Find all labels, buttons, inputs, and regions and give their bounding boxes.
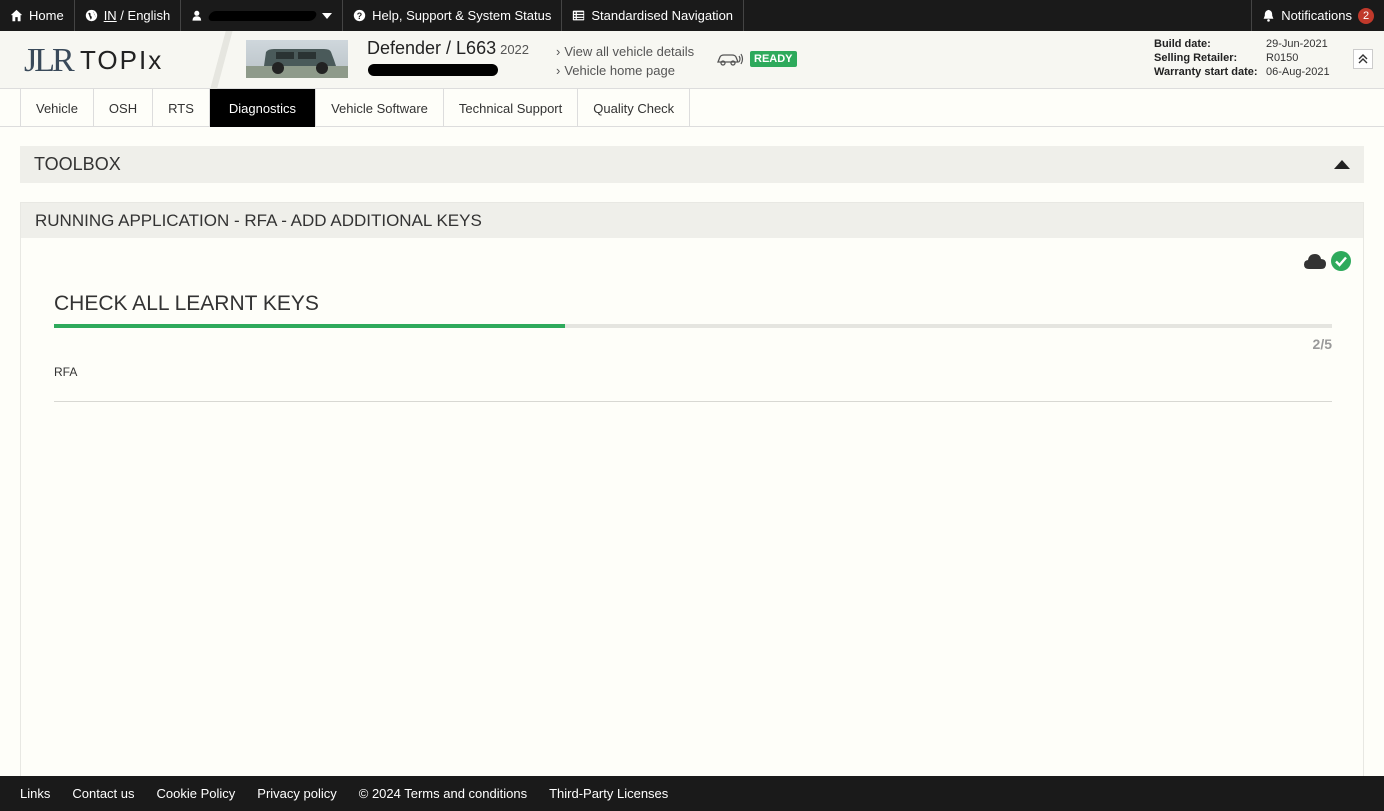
tab-diagnostics[interactable]: Diagnostics (208, 89, 316, 127)
footer-contact-link[interactable]: Contact us (72, 786, 134, 801)
running-application-panel: RUNNING APPLICATION - RFA - ADD ADDITION… (20, 202, 1364, 782)
language-label: English (127, 8, 171, 23)
car-connection-icon (717, 53, 744, 66)
bell-icon (1263, 9, 1274, 22)
tab-vehicle[interactable]: Vehicle (20, 89, 93, 127)
application-label: RFA (54, 365, 78, 379)
standardised-navigation-link[interactable]: Standardised Navigation (562, 0, 745, 31)
cloud-icon (1304, 254, 1326, 269)
vehicle-links: › View all vehicle details › Vehicle home … (556, 42, 694, 80)
step-progress-fill (54, 324, 566, 328)
chevron-right-icon: › (556, 44, 561, 59)
tab-technical-support[interactable]: Technical Support (442, 89, 577, 127)
tab-vehicle-software[interactable]: Vehicle Software (315, 89, 443, 127)
user-icon (192, 10, 202, 21)
home-label: Home (29, 8, 64, 23)
top-bar: Home IN / English ? Help, Support & Syst… (0, 0, 1384, 31)
svg-text:TOPIx: TOPIx (80, 45, 163, 75)
language-separator: / (116, 8, 128, 23)
navigation-label: Standardised Navigation (591, 8, 734, 23)
main-tabs: Vehicle OSH RTS Diagnostics Vehicle Soft… (0, 89, 1384, 127)
tab-rts[interactable]: RTS (152, 89, 209, 127)
selling-retailer-row: Selling Retailer: R0150 (1154, 52, 1299, 64)
step-counter: 2/5 (1312, 336, 1332, 352)
notifications-button[interactable]: Notifications 2 (1251, 0, 1384, 31)
header-divider (205, 31, 235, 89)
language-selector[interactable]: IN / English (75, 0, 182, 31)
vehicle-header: JLR TOPIx Defender / L663 2022 › View all … (0, 31, 1384, 89)
tab-osh[interactable]: OSH (92, 89, 152, 127)
footer-cookie-policy-link[interactable]: Cookie Policy (157, 786, 236, 801)
connection-status-icons (1303, 251, 1351, 271)
check-circle-icon (1331, 251, 1351, 271)
running-application-title: RUNNING APPLICATION - RFA - ADD ADDITION… (35, 210, 482, 230)
notification-count-badge: 2 (1358, 7, 1374, 24)
footer: Links Contact us Cookie Policy Privacy p… (0, 776, 1384, 811)
vehicle-meta: Build date: 29-Jun-2021 Selling Retailer:… (1154, 37, 1330, 79)
svg-text:?: ? (357, 11, 362, 21)
svg-text:JLR: JLR (24, 42, 75, 79)
home-link[interactable]: Home (0, 0, 75, 31)
toolbox-title: TOOLBOX (34, 154, 121, 174)
vehicle-home-page-link[interactable]: › Vehicle home page (556, 61, 694, 80)
redacted-username (206, 10, 318, 21)
running-application-header: RUNNING APPLICATION - RFA - ADD ADDITION… (21, 203, 1363, 238)
collapse-header-button[interactable] (1353, 49, 1373, 69)
region-code: IN (103, 8, 117, 23)
redacted-vin (368, 64, 498, 76)
double-chevron-up-icon (1358, 54, 1368, 64)
toolbox-header[interactable]: TOOLBOX (20, 146, 1364, 183)
ready-badge: READY (750, 51, 797, 67)
connection-status: READY (716, 51, 797, 67)
content-divider (54, 401, 1332, 402)
footer-third-party-licenses-link[interactable]: Third-Party Licenses (549, 786, 668, 801)
build-date-row: Build date: 29-Jun-2021 (1154, 38, 1328, 50)
vehicle-title: Defender / L663 2022 (367, 38, 529, 59)
vehicle-model: Defender / L663 (367, 38, 497, 58)
jlr-topix-logo[interactable]: JLR TOPIx (22, 39, 192, 79)
vehicle-image (246, 40, 348, 78)
chevron-right-icon: › (556, 63, 561, 78)
vehicle-year: 2022 (500, 42, 530, 57)
warranty-start-row: Warranty start date: 06-Aug-2021 (1154, 66, 1330, 78)
step-title: CHECK ALL LEARNT KEYS (54, 292, 319, 315)
view-all-vehicle-details-link[interactable]: › View all vehicle details (556, 42, 694, 61)
notifications-label: Notifications (1281, 8, 1352, 23)
home-icon (10, 9, 23, 22)
help-icon: ? (353, 9, 366, 22)
footer-terms-link[interactable]: © 2024 Terms and conditions (359, 786, 527, 801)
tab-quality-check[interactable]: Quality Check (577, 89, 691, 127)
chevron-down-icon (322, 12, 333, 19)
caret-up-icon[interactable] (1334, 160, 1350, 169)
help-support-link[interactable]: ? Help, Support & System Status (343, 0, 563, 31)
footer-privacy-policy-link[interactable]: Privacy policy (257, 786, 336, 801)
list-icon (573, 10, 585, 21)
help-label: Help, Support & System Status (372, 8, 552, 23)
step-progress-bar (54, 324, 1332, 328)
globe-icon (85, 9, 97, 22)
footer-links-link[interactable]: Links (20, 786, 50, 801)
user-menu[interactable] (181, 0, 344, 31)
